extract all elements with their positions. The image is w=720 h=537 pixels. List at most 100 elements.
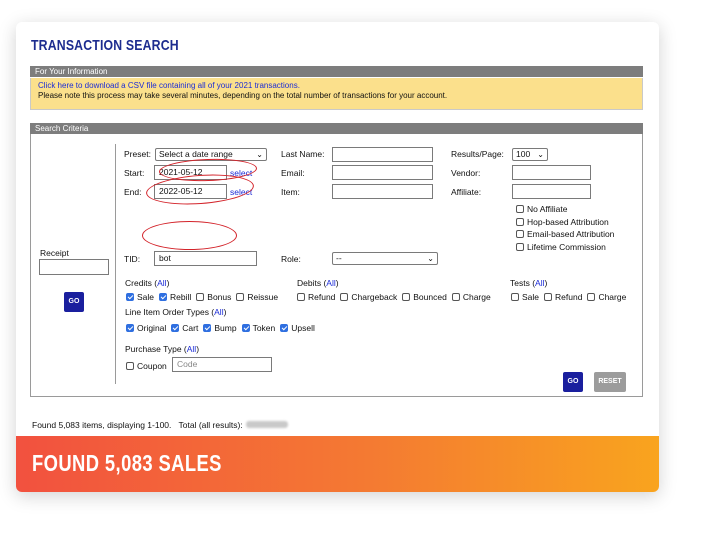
checkbox[interactable] (241, 324, 250, 332)
last-name-input[interactable] (332, 147, 433, 162)
checkbox[interactable] (203, 324, 212, 332)
paren: ) (196, 344, 200, 354)
chevron-down-icon: ⌄ (256, 150, 263, 159)
checkbox-label: Refund (555, 292, 583, 302)
tests-header: Tests (All) (510, 278, 547, 288)
checkbox[interactable] (340, 293, 349, 301)
tid-input[interactable]: bot (154, 251, 257, 266)
line-item-upsell[interactable]: Upsell (280, 323, 315, 333)
tid-label: TID: (124, 254, 141, 264)
test-sale[interactable]: Sale (511, 292, 539, 302)
download-csv-link[interactable]: Click here to download a CSV file contai… (38, 81, 300, 90)
test-refund[interactable]: Refund (544, 292, 582, 302)
checkbox[interactable] (544, 293, 553, 301)
checkbox[interactable] (280, 324, 289, 332)
credit-reissue[interactable]: Reissue (236, 292, 278, 302)
checkbox-label: Charge (598, 292, 627, 302)
coupon-option[interactable]: Coupon (126, 361, 167, 371)
checkbox[interactable] (159, 293, 168, 301)
role-value: -- (336, 253, 342, 263)
line-item-header: Line Item Order Types (All) (125, 307, 226, 317)
debit-chargeback[interactable]: Chargeback (340, 292, 397, 302)
checkbox-label: Chargeback (351, 292, 398, 302)
line-item-all-link[interactable]: All (214, 307, 223, 317)
results-page-label: Results/Page: (451, 149, 504, 159)
checkbox-label: Token (252, 323, 276, 333)
credits-all-link[interactable]: All (157, 278, 166, 288)
line-item-checkboxes: Original Cart Bump Token Upsell (126, 323, 320, 333)
end-label: End: (124, 187, 142, 197)
debit-charge[interactable]: Charge (451, 292, 491, 302)
checkbox[interactable] (236, 293, 245, 301)
coupon-code-input[interactable]: Code (172, 357, 272, 372)
checkbox[interactable] (196, 293, 205, 301)
chevron-down-icon: ⌄ (427, 254, 434, 263)
chevron-down-icon: ⌄ (537, 150, 544, 159)
checkbox[interactable] (451, 293, 460, 301)
checkbox[interactable] (402, 293, 411, 301)
checkbox-label: Sale (522, 292, 540, 302)
info-section-header: For Your Information (30, 66, 643, 77)
checkbox[interactable] (126, 293, 134, 301)
affiliate-input[interactable] (512, 184, 591, 199)
affiliate-option[interactable]: Hop-based Attribution (516, 216, 614, 229)
debit-bounced[interactable]: Bounced (402, 292, 447, 302)
line-item-bump[interactable]: Bump (203, 323, 237, 333)
checkbox[interactable] (516, 230, 524, 238)
checkbox-label: Cart (182, 323, 199, 333)
paren: ) (166, 278, 170, 288)
line-item-original[interactable]: Original (126, 323, 166, 333)
checkbox[interactable] (126, 362, 134, 370)
checkbox-label: Upsell (291, 323, 315, 333)
affiliate-option[interactable]: Lifetime Commission (516, 241, 614, 254)
checkbox[interactable] (587, 293, 596, 301)
checkbox[interactable] (511, 293, 519, 301)
affiliate-option[interactable]: Email-based Attribution (516, 228, 614, 241)
option-label: Lifetime Commission (527, 241, 606, 252)
test-charge[interactable]: Charge (587, 292, 626, 302)
preset-label: Preset: (124, 149, 151, 159)
line-item-token[interactable]: Token (241, 323, 276, 333)
checkbox[interactable] (516, 205, 524, 213)
start-label: Start: (124, 168, 145, 178)
credits-label: Credits ( (125, 278, 158, 288)
affiliate-label: Affiliate: (451, 187, 482, 197)
credit-sale[interactable]: Sale (126, 292, 154, 302)
checkbox-label: Reissue (247, 292, 279, 302)
purchase-type-all-link[interactable]: All (187, 344, 196, 354)
option-label: No Affiliate (527, 204, 568, 214)
credit-rebill[interactable]: Rebill (159, 292, 191, 302)
vendor-input[interactable] (512, 165, 591, 180)
info-box: Click here to download a CSV file contai… (30, 78, 643, 110)
receipt-go-button[interactable]: GO (64, 292, 84, 312)
line-item-label: Line Item Order Types ( (125, 307, 215, 317)
item-input[interactable] (332, 184, 433, 199)
reset-button[interactable]: RESET (594, 372, 626, 392)
paren: ) (223, 307, 227, 317)
credits-checkboxes: Sale Rebill Bonus Reissue (126, 292, 283, 302)
search-criteria-panel: Receipt GO Preset: Select a date range ⌄ … (30, 134, 643, 397)
checkbox[interactable] (297, 293, 305, 301)
transaction-search-card: TRANSACTION SEARCH For Your Information … (16, 22, 659, 492)
role-label: Role: (281, 254, 301, 264)
email-input[interactable] (332, 165, 433, 180)
credit-bonus[interactable]: Bonus (196, 292, 231, 302)
results-page-value: 100 (516, 149, 531, 159)
results-page-select[interactable]: 100 ⌄ (512, 148, 548, 161)
role-select[interactable]: -- ⌄ (332, 252, 438, 265)
debits-all-link[interactable]: All (326, 278, 335, 288)
item-label: Item: (281, 187, 300, 197)
checkbox-label: Original (137, 323, 167, 333)
checkbox[interactable] (171, 324, 180, 332)
credits-header: Credits (All) (125, 278, 169, 288)
purchase-type-header: Purchase Type (All) (125, 344, 199, 354)
debit-refund[interactable]: Refund (297, 292, 335, 302)
checkbox[interactable] (516, 217, 524, 226)
receipt-input[interactable] (39, 259, 109, 275)
vendor-label: Vendor: (451, 168, 481, 178)
checkbox[interactable] (126, 324, 134, 332)
search-go-button[interactable]: GO (563, 372, 583, 392)
checkbox[interactable] (516, 242, 524, 251)
line-item-cart[interactable]: Cart (171, 323, 198, 333)
affiliate-option[interactable]: No Affiliate (516, 203, 614, 216)
